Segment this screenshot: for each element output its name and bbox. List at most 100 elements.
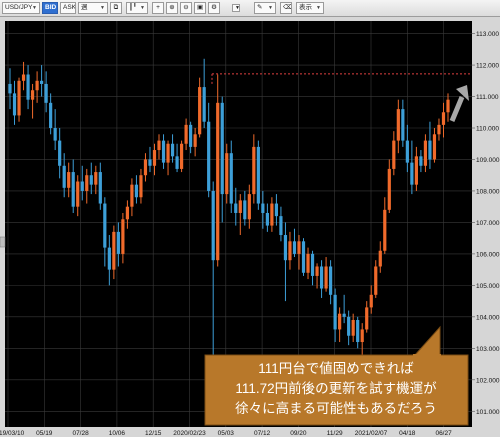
candle-body-down [405, 140, 409, 163]
candle-body-down [80, 181, 84, 191]
candle-body-down [49, 102, 53, 129]
eraser-icon: ⌫ [283, 4, 292, 11]
candle-body-down [98, 172, 102, 204]
callout-join [413, 354, 441, 357]
date-label: 05/03 [218, 430, 235, 437]
chevron-down-icon: ▼ [32, 5, 37, 11]
candle-body-down [44, 83, 48, 103]
candle-body-down [410, 162, 414, 185]
candle-body-up [184, 124, 188, 144]
candle-body-up [112, 231, 116, 270]
candle-body-up [387, 168, 391, 210]
candle-body-down [134, 184, 139, 198]
price-label: 104.000 [476, 314, 500, 321]
eraser-button[interactable]: ⌫ [280, 2, 292, 14]
price-label: 106.000 [476, 251, 500, 258]
fit-button[interactable]: ▣ [194, 2, 206, 14]
candle-body-down [229, 153, 233, 204]
candle-body-up [414, 156, 418, 185]
candle-body-up [383, 209, 387, 251]
price-label: 111.000 [476, 94, 499, 101]
date-label: 2019/03/10 [0, 430, 25, 437]
candle-body-up [437, 124, 441, 135]
candle-body-up [198, 87, 202, 135]
display-menu[interactable]: 表示 ▼ [296, 2, 324, 14]
date-label: 12/15 [145, 430, 162, 437]
zoom-out-button[interactable]: ⊖ [180, 2, 192, 14]
candle-body-down [189, 124, 193, 147]
candle-body-down [211, 190, 215, 261]
candle-body-up [446, 99, 450, 113]
candle-body-down [107, 247, 111, 270]
link-icon: ⧉ [113, 4, 119, 11]
candle-body-down [342, 313, 346, 317]
chevron-down-icon: ▼ [268, 5, 273, 11]
candle-body-up [166, 143, 170, 163]
candle-body-up [270, 203, 274, 226]
collapse-button[interactable]: ▼ [232, 4, 240, 12]
candle-body-down [347, 316, 351, 336]
timeframe-select[interactable]: 週 ▼ [78, 2, 108, 14]
candle-body-up [351, 319, 355, 336]
zoom-in-button[interactable]: ⊕ [166, 2, 178, 14]
gear-icon: ⚙ [211, 4, 217, 11]
candle-body-up [216, 102, 220, 261]
draw-tool-select[interactable]: ✎ ▼ [254, 2, 276, 14]
display-label: 表示 [299, 4, 312, 11]
price-label: 102.000 [476, 377, 500, 384]
candle-body-up [130, 184, 134, 207]
candle-body-up [143, 159, 148, 176]
candle-body-down [279, 216, 283, 236]
date-label: 2021/02/07 [355, 430, 388, 437]
chevron-down-icon: ▼ [140, 5, 145, 11]
chart-type-select[interactable]: ┃╹ ▼ [126, 2, 148, 14]
candle-body-up [432, 134, 437, 160]
candle-body-up [441, 112, 446, 125]
price-label: 105.000 [476, 283, 500, 290]
pen-icon: ✎ [257, 4, 263, 11]
candle-body-up [252, 146, 256, 195]
callout-text-line: 徐々に高まる可能性もあるだろう [235, 400, 437, 416]
candle-body-up [125, 206, 130, 220]
settings-button[interactable]: ⚙ [208, 2, 220, 14]
candle-body-up [21, 74, 26, 81]
candle-body-down [243, 200, 247, 220]
candle-body-down [148, 159, 152, 166]
candle-body-down [256, 146, 260, 204]
price-label: 107.000 [476, 220, 500, 227]
candle-body-down [161, 140, 166, 163]
candle-body-up [378, 250, 382, 267]
candle-body-down [333, 294, 337, 330]
candle-body-up [225, 153, 229, 195]
ask-button[interactable]: ASK [60, 2, 76, 14]
candle-body-down [419, 156, 423, 166]
candle-body-up [288, 241, 292, 261]
price-label: 108.000 [476, 188, 500, 195]
crosshair-button[interactable]: + [152, 2, 164, 14]
date-label: 07/12 [254, 430, 271, 437]
candle-body-up [374, 266, 378, 295]
price-label: 112.000 [476, 63, 499, 70]
bid-button[interactable]: BID [42, 2, 58, 14]
price-label: 110.000 [476, 126, 499, 133]
candlestick-chart[interactable]: 113.000 112.000 111.000 110.000 109.000 108.0… [0, 17, 500, 437]
date-label: 05/19 [36, 430, 53, 437]
price-label: 109.000 [476, 157, 500, 164]
candle-body-down [292, 241, 297, 254]
symbol-select[interactable]: USD/JPY ▼ [2, 2, 40, 14]
candle-body-down [103, 203, 107, 248]
candle-body-up [306, 253, 310, 273]
scroll-handle[interactable] [0, 236, 6, 248]
zoom-in-icon: ⊕ [169, 4, 175, 11]
candle-body-up [423, 140, 428, 166]
candle-body-up [121, 219, 125, 254]
date-label: 10/06 [109, 430, 126, 437]
candle-body-down [234, 203, 238, 213]
symbol-label: USD/JPY [5, 4, 33, 11]
link-button[interactable]: ⧉ [110, 2, 122, 14]
date-label: 09/20 [290, 430, 307, 437]
candle-body-up [238, 200, 242, 213]
candle-body-down [89, 175, 93, 185]
candle-body-down [26, 74, 30, 100]
candle-body-up [247, 194, 251, 220]
